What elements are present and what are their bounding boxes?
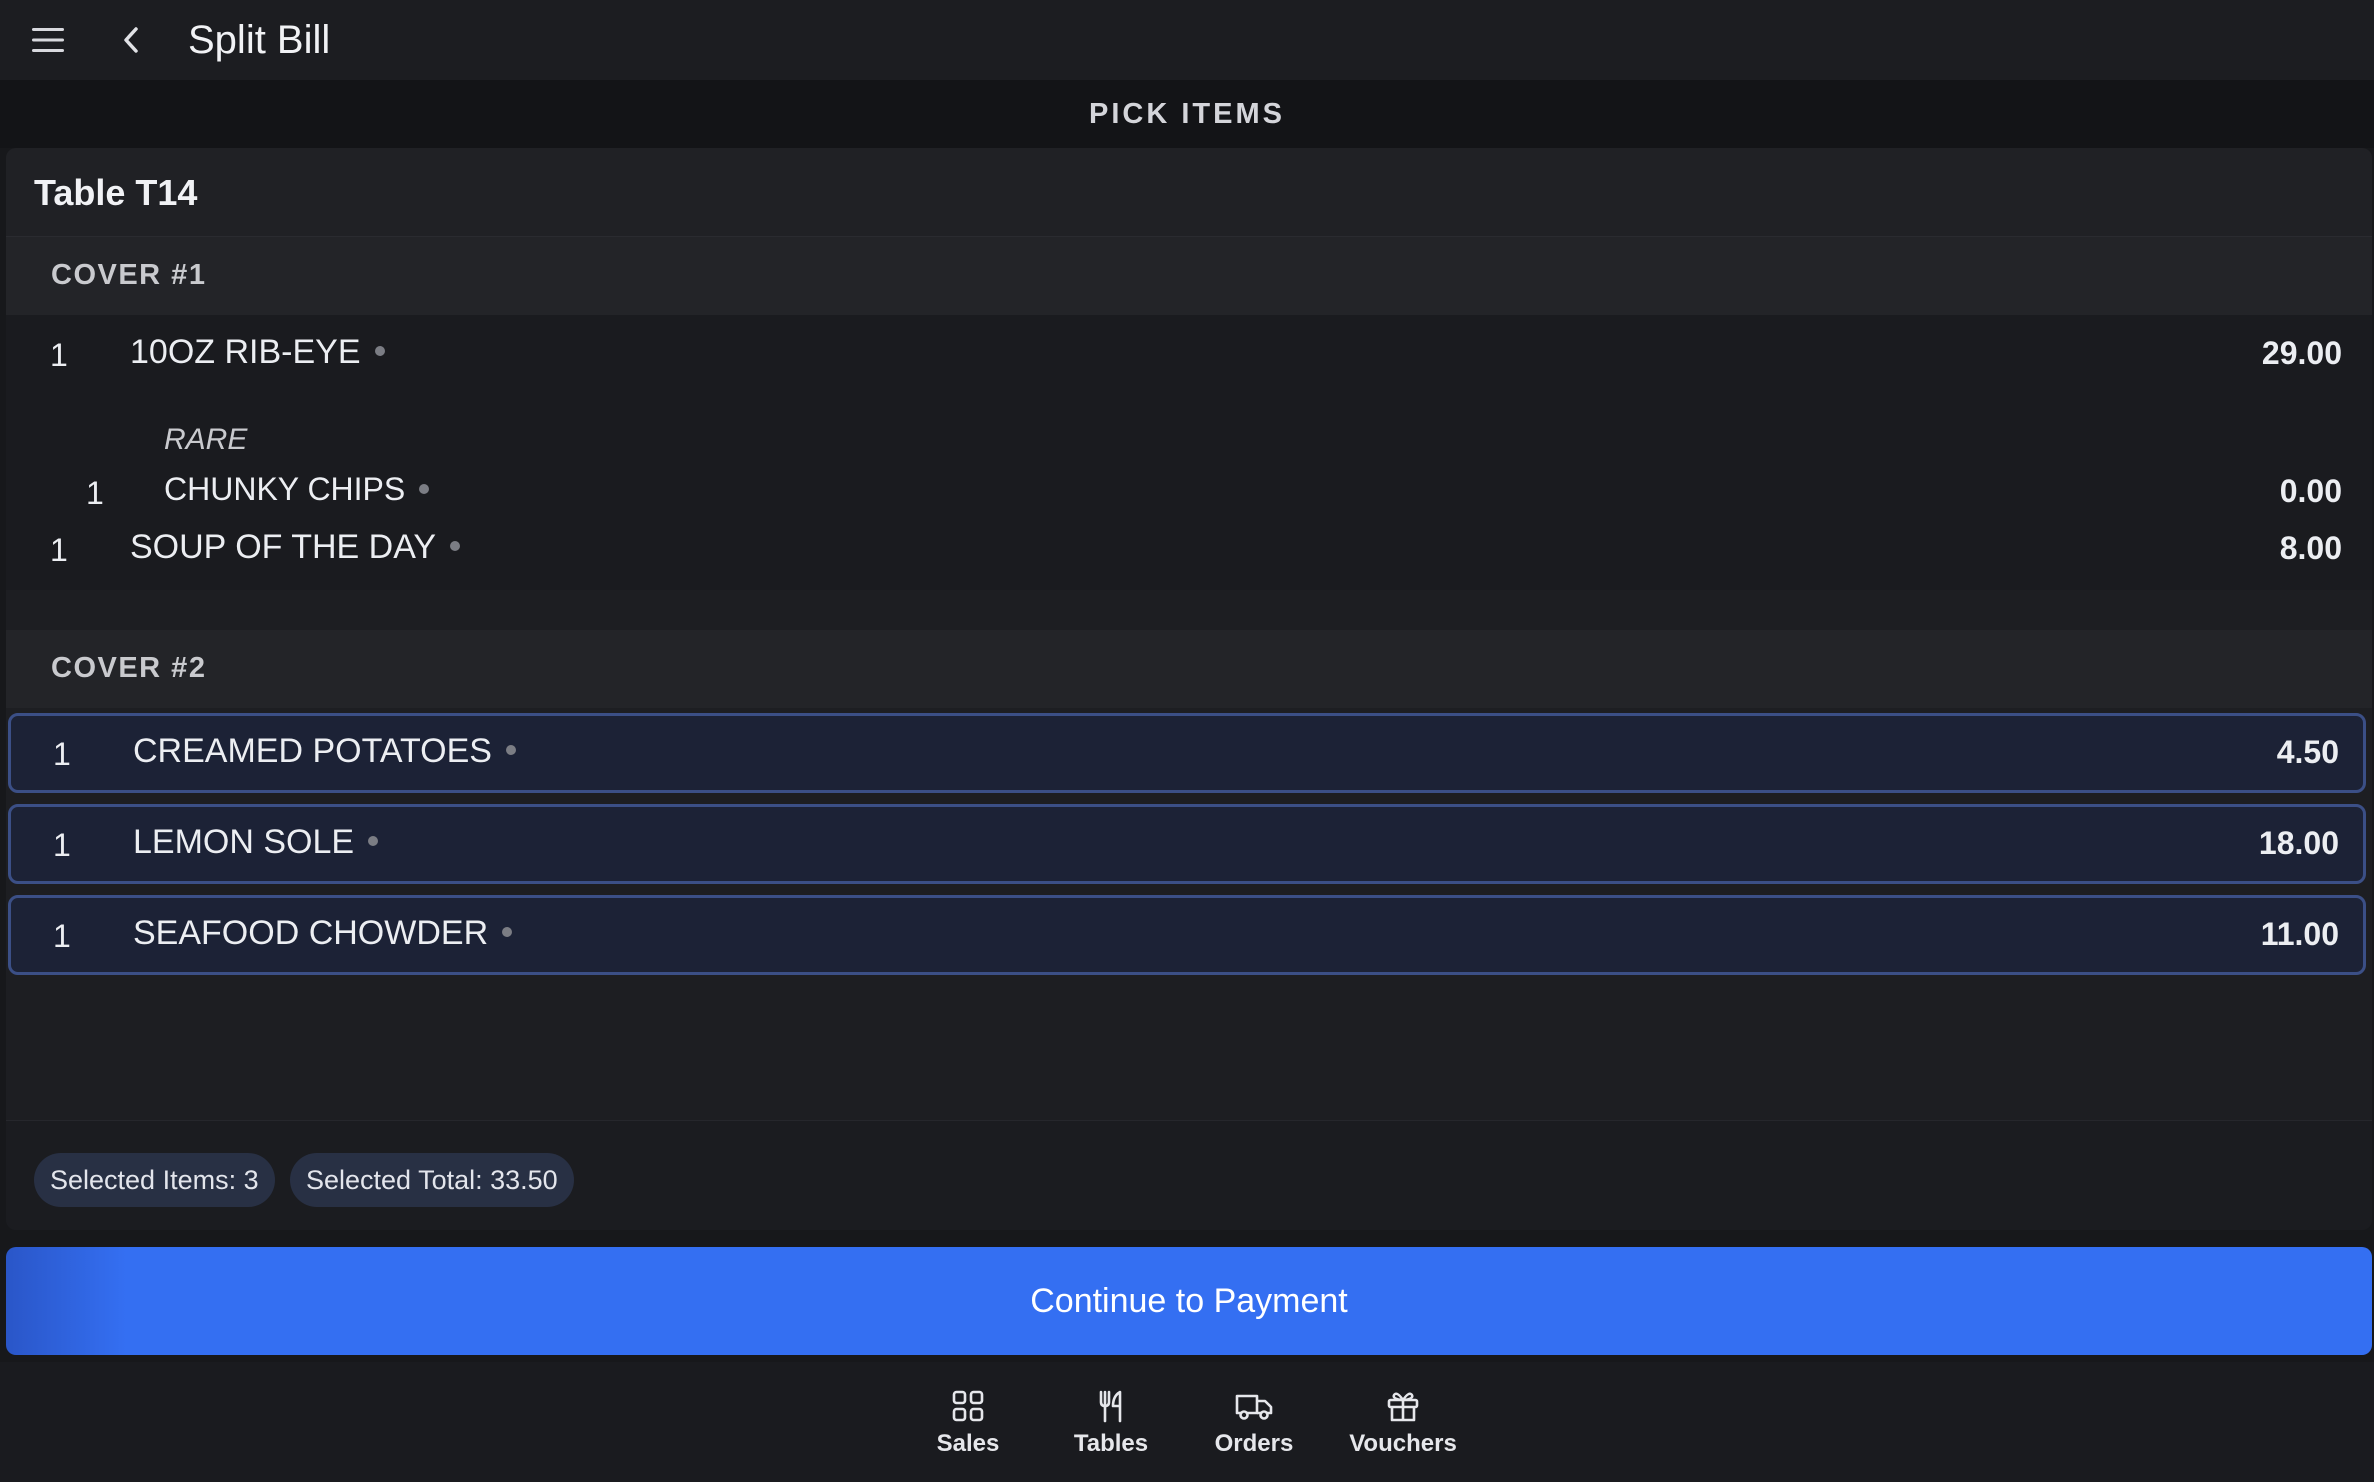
- continue-to-payment-button[interactable]: Continue to Payment: [6, 1247, 2372, 1355]
- grid-icon: [952, 1390, 984, 1422]
- nav-label: Vouchers: [1349, 1430, 1457, 1457]
- pick-items-header: PICK ITEMS: [0, 80, 2374, 148]
- item-qty: 1: [53, 736, 71, 772]
- item-qty: 1: [53, 918, 71, 954]
- item-name: SEAFOOD CHOWDER: [133, 914, 513, 953]
- split-bill-screen: Split Bill PICK ITEMS Table T14 COVER #1…: [0, 0, 2374, 1482]
- item-modifier: RARE: [164, 423, 248, 456]
- bill-panel: Table T14 COVER #1 1 10OZ RIB-EYE 29.00 …: [6, 148, 2372, 1230]
- menu-icon[interactable]: [30, 24, 66, 56]
- cutlery-icon: [1099, 1390, 1122, 1423]
- item-qty: 1: [50, 337, 68, 373]
- selection-summary: Selected Items: 3 Selected Total: 33.50: [6, 1120, 2372, 1230]
- status-dot-icon: [419, 483, 430, 494]
- cover-label: COVER #1: [51, 259, 207, 291]
- selected-total-badge: Selected Total: 33.50: [290, 1153, 574, 1207]
- item-price: 8.00: [2279, 530, 2342, 566]
- cover-header: COVER #2: [6, 630, 2372, 708]
- item-qty: 1: [86, 475, 104, 511]
- nav-item-orders[interactable]: Orders: [1194, 1388, 1314, 1472]
- cover-header: COVER #1: [6, 237, 2372, 315]
- bill-item-row[interactable]: 1 10OZ RIB-EYE 29.00: [6, 315, 2372, 391]
- bill-item-row-selected[interactable]: 1 SEAFOOD CHOWDER 11.00: [8, 895, 2366, 975]
- item-price: 11.00: [2260, 916, 2339, 952]
- cover-label: COVER #2: [51, 652, 207, 684]
- status-dot-icon: [374, 346, 385, 357]
- status-dot-icon: [368, 836, 379, 847]
- item-name: LEMON SOLE: [133, 823, 379, 862]
- status-dot-icon: [450, 541, 461, 552]
- item-qty: 1: [50, 532, 68, 568]
- section-title: PICK ITEMS: [1089, 97, 1285, 130]
- gift-icon: [1387, 1392, 1419, 1422]
- bottom-navigation: Sales Tables Orders Vouchers: [0, 1362, 2374, 1482]
- status-dot-icon: [505, 745, 516, 756]
- item-name: CREAMED POTATOES: [133, 732, 516, 771]
- nav-item-tables[interactable]: Tables: [1051, 1388, 1171, 1472]
- page-title: Split Bill: [188, 18, 331, 62]
- item-name: SOUP OF THE DAY: [130, 528, 461, 567]
- item-price: 29.00: [2261, 335, 2342, 371]
- item-name: CHUNKY CHIPS: [164, 471, 430, 508]
- bill-item-row-selected[interactable]: 1 LEMON SOLE 18.00: [8, 804, 2366, 884]
- table-header: Table T14: [6, 148, 2372, 237]
- selected-items-badge: Selected Items: 3: [34, 1153, 275, 1207]
- item-price: 18.00: [2258, 825, 2339, 861]
- nav-label: Orders: [1214, 1430, 1294, 1457]
- item-name: 10OZ RIB-EYE: [130, 333, 385, 372]
- table-name: Table T14: [34, 172, 198, 213]
- cover-items: 1 10OZ RIB-EYE 29.00 RARE 1 CHUNKY CHIPS…: [6, 315, 2372, 539]
- nav-item-vouchers[interactable]: Vouchers: [1343, 1388, 1463, 1472]
- status-dot-icon: [502, 927, 513, 938]
- top-app-bar: Split Bill: [0, 0, 2374, 80]
- item-price: 4.50: [2276, 734, 2339, 770]
- back-icon[interactable]: [112, 20, 152, 60]
- bill-item-row-selected[interactable]: 1 CREAMED POTATOES 4.50: [8, 713, 2366, 793]
- continue-button-label: Continue to Payment: [1030, 1281, 1348, 1320]
- nav-item-sales[interactable]: Sales: [908, 1388, 1028, 1472]
- delivery-truck-icon: [1235, 1394, 1273, 1420]
- nav-label: Tables: [1073, 1430, 1149, 1457]
- bill-item-row[interactable]: 1 SOUP OF THE DAY 8.00: [6, 514, 2372, 590]
- item-price: 0.00: [2279, 473, 2342, 509]
- item-qty: 1: [53, 827, 71, 863]
- nav-label: Sales: [936, 1430, 1000, 1457]
